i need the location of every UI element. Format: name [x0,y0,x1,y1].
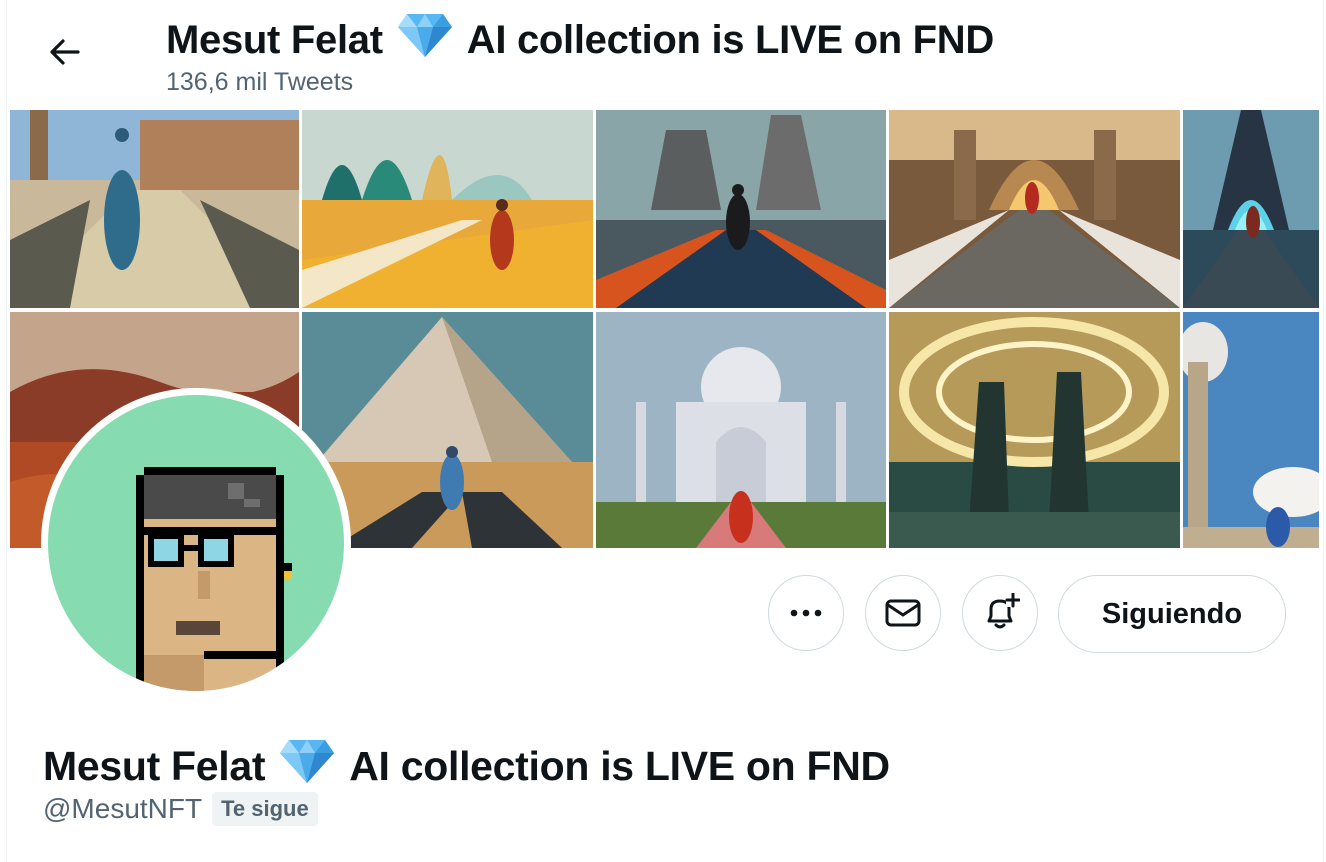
diamond-icon [397,12,453,68]
cooling-towers-path-tile [596,110,886,308]
traveler-stone-road-tile [10,110,299,308]
more-icon [790,609,822,617]
profile-display-name: Mesut Felat [43,742,266,789]
arrow-left-icon [50,39,80,65]
message-button[interactable] [865,575,941,651]
pixel-avatar-image [48,395,344,691]
handle-row: @MesutNFT Te sigue [43,792,318,826]
portal-towers-tile [889,312,1180,548]
header-title: Mesut Felat AI collection is LIVE on FND [166,12,994,68]
notifications-button[interactable] [962,575,1038,651]
following-button[interactable]: Siguiendo [1058,575,1286,653]
header-name-suffix: AI collection is LIVE on FND [466,17,995,62]
taj-mahal-tile [596,312,886,548]
bell-plus-icon [987,593,1020,629]
diamond-icon [279,738,335,794]
follows-you-badge: Te sigue [212,792,318,826]
ornate-palace-walkway-tile [889,110,1180,308]
avatar[interactable] [41,388,351,698]
header-name: Mesut Felat [166,17,383,62]
profile-name-suffix: AI collection is LIVE on FND [349,742,890,789]
profile-handle: @MesutNFT [43,793,203,824]
eiffel-tower-tile [1183,110,1319,308]
more-button[interactable] [768,575,844,651]
orange-path-arches-tile [302,110,593,308]
envelope-icon [885,599,921,627]
tall-tower-sky-tile [1183,312,1319,548]
tweet-count: 136,6 mil Tweets [166,68,354,96]
profile-name: Mesut Felat AI collection is LIVE on FND [43,738,890,794]
back-button[interactable] [40,30,88,74]
